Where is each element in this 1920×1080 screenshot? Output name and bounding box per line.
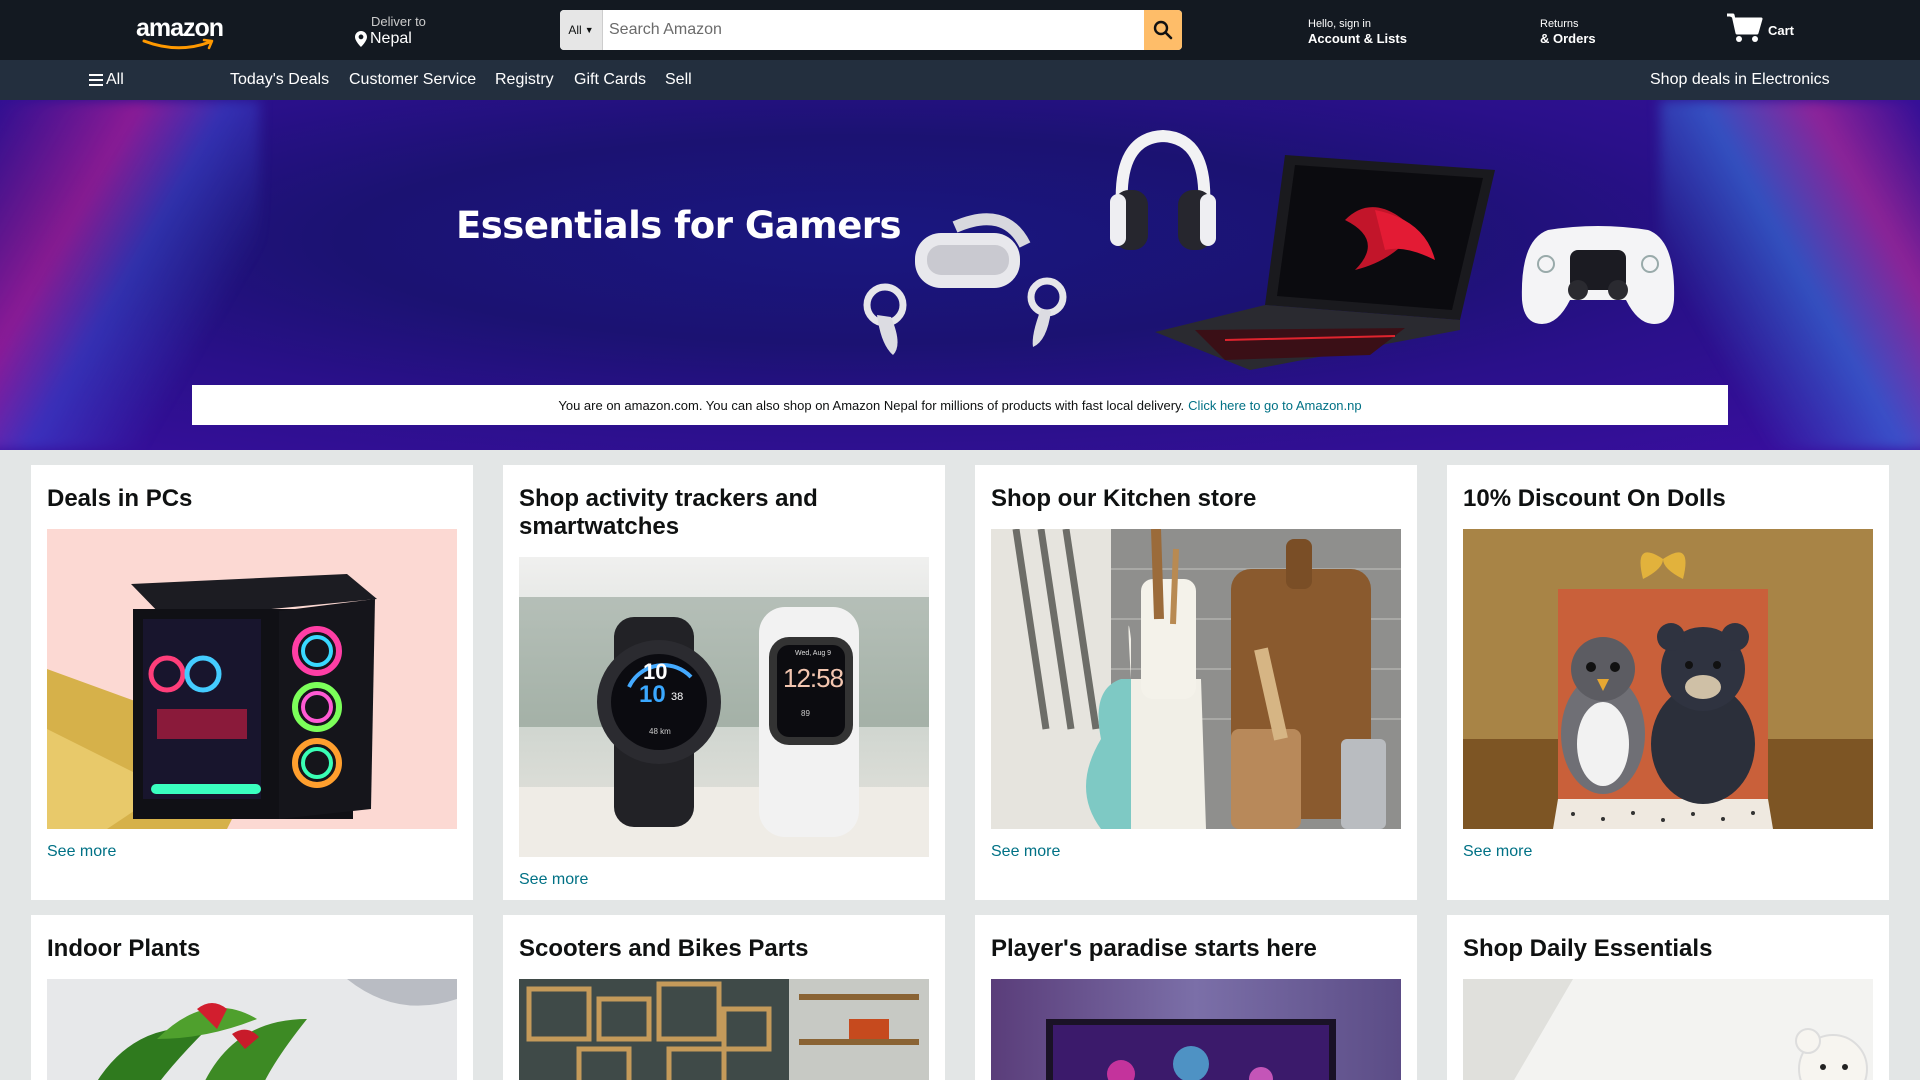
account-lists[interactable]: Hello, sign in Account & Lists — [1308, 17, 1407, 47]
all-menu-button[interactable]: All — [89, 70, 124, 90]
cart-button[interactable]: Cart — [1726, 12, 1794, 44]
nav-sell[interactable]: Sell — [665, 70, 692, 90]
nav-todays-deals[interactable]: Today's Deals — [230, 70, 329, 90]
card-title: Deals in PCs — [47, 485, 193, 512]
smartwatches-illustration — [519, 557, 929, 857]
hero-banner[interactable]: Essentials for Gamers You are on amazon.… — [0, 100, 1920, 450]
all-label: All — [106, 71, 124, 88]
nav-registry[interactable]: Registry — [495, 70, 554, 90]
smile-arrow-icon — [142, 38, 214, 50]
notice-text: You are on amazon.com. You can also shop… — [558, 397, 1185, 413]
orders-label: & Orders — [1540, 31, 1596, 46]
amazon-np-link[interactable]: Click here to go to Amazon.np — [1188, 398, 1361, 413]
nav-gift-cards[interactable]: Gift Cards — [574, 70, 646, 90]
plant-illustration — [47, 979, 457, 1080]
search-category-select[interactable]: All ▼ — [560, 10, 603, 50]
card-indoor-plants: Indoor Plants — [31, 915, 473, 1080]
cart-icon — [1727, 13, 1763, 42]
right-watch-date: Wed, Aug 9 — [795, 650, 832, 657]
see-more-link[interactable]: See more — [1463, 843, 1532, 861]
deliver-location: Nepal — [370, 30, 412, 47]
dolls-image[interactable] — [1463, 529, 1873, 829]
top-nav: amazon Deliver to Nepal All ▼ Hello, si — [0, 0, 1920, 60]
card-scooters-bikes: Scooters and Bikes Parts — [503, 915, 945, 1080]
left-watch-distance: 48 km — [649, 727, 671, 736]
card-daily-essentials: Shop Daily Essentials — [1447, 915, 1889, 1080]
hero-title: Essentials for Gamers — [456, 204, 902, 247]
left-watch-seconds: 38 — [671, 691, 684, 703]
sub-nav: All Today's Deals Customer Service Regis… — [0, 60, 1920, 100]
search-bar: All ▼ — [560, 10, 1182, 50]
kitchen-image[interactable] — [991, 529, 1401, 829]
card-players-paradise: Player's paradise starts here — [975, 915, 1417, 1080]
deliver-to[interactable]: Deliver to Nepal — [355, 14, 426, 49]
nav-customer-service[interactable]: Customer Service — [349, 70, 476, 90]
teddy-bear-illustration — [1463, 979, 1873, 1080]
search-icon — [1153, 20, 1173, 40]
nav-promo-electronics[interactable]: Shop deals in Electronics — [1650, 70, 1830, 90]
card-title: Shop activity trackers and smartwatches — [519, 485, 818, 540]
card-title: Indoor Plants — [47, 935, 201, 962]
see-more-link[interactable]: See more — [991, 843, 1060, 861]
account-greeting: Hello, sign in — [1308, 18, 1371, 30]
card-activity-trackers: Shop activity trackers and smartwatches … — [503, 465, 945, 900]
scooters-bikes-image[interactable] — [519, 979, 929, 1080]
card-title: 10% Discount On Dolls — [1463, 485, 1726, 512]
search-button[interactable] — [1144, 10, 1182, 50]
right-watch-stat: 89 — [801, 709, 810, 718]
card-title: Shop our Kitchen store — [991, 485, 1257, 512]
returns-orders[interactable]: Returns & Orders — [1540, 17, 1596, 47]
region-notice: You are on amazon.com. You can also shop… — [192, 385, 1728, 425]
card-dolls-discount: 10% Discount On Dolls See more — [1447, 465, 1889, 900]
deliver-label: Deliver to — [371, 14, 426, 29]
gaming-setup-illustration — [991, 979, 1401, 1080]
card-title: Shop Daily Essentials — [1463, 935, 1713, 962]
indoor-plants-image[interactable] — [47, 979, 457, 1080]
account-label: Account & Lists — [1308, 31, 1407, 46]
card-deals-pcs: Deals in PCs See more — [31, 465, 473, 900]
gaming-setup-image[interactable] — [991, 979, 1401, 1080]
location-pin-icon — [355, 31, 367, 47]
pc-case-image[interactable] — [47, 529, 457, 829]
right-watch-time: 12:58 — [783, 663, 844, 693]
amazon-logo[interactable]: amazon — [136, 14, 224, 50]
see-more-link[interactable]: See more — [47, 843, 116, 861]
kitchen-illustration — [991, 529, 1401, 829]
dolls-illustration — [1463, 529, 1873, 829]
left-watch-hour: 10 — [643, 659, 668, 684]
search-input[interactable] — [603, 10, 1144, 50]
card-title: Player's paradise starts here — [991, 935, 1317, 962]
smartwatches-image[interactable]: 10 10 38 48 km Wed, Aug 9 12:58 89 — [519, 557, 929, 857]
daily-essentials-image[interactable] — [1463, 979, 1873, 1080]
pc-case-illustration — [47, 529, 457, 829]
returns-label: Returns — [1540, 18, 1579, 30]
chevron-down-icon: ▼ — [584, 25, 594, 35]
garage-shelves-illustration — [519, 979, 929, 1080]
cart-label: Cart — [1768, 23, 1795, 38]
left-watch-minute: 10 — [639, 681, 666, 708]
see-more-link[interactable]: See more — [519, 871, 588, 889]
hamburger-menu-icon — [89, 74, 103, 86]
card-title: Scooters and Bikes Parts — [519, 935, 809, 962]
card-kitchen-store: Shop our Kitchen store See more — [975, 465, 1417, 900]
laptop-image — [1155, 155, 1495, 370]
search-category-value: All — [568, 23, 582, 37]
game-controller-image — [1521, 226, 1675, 324]
